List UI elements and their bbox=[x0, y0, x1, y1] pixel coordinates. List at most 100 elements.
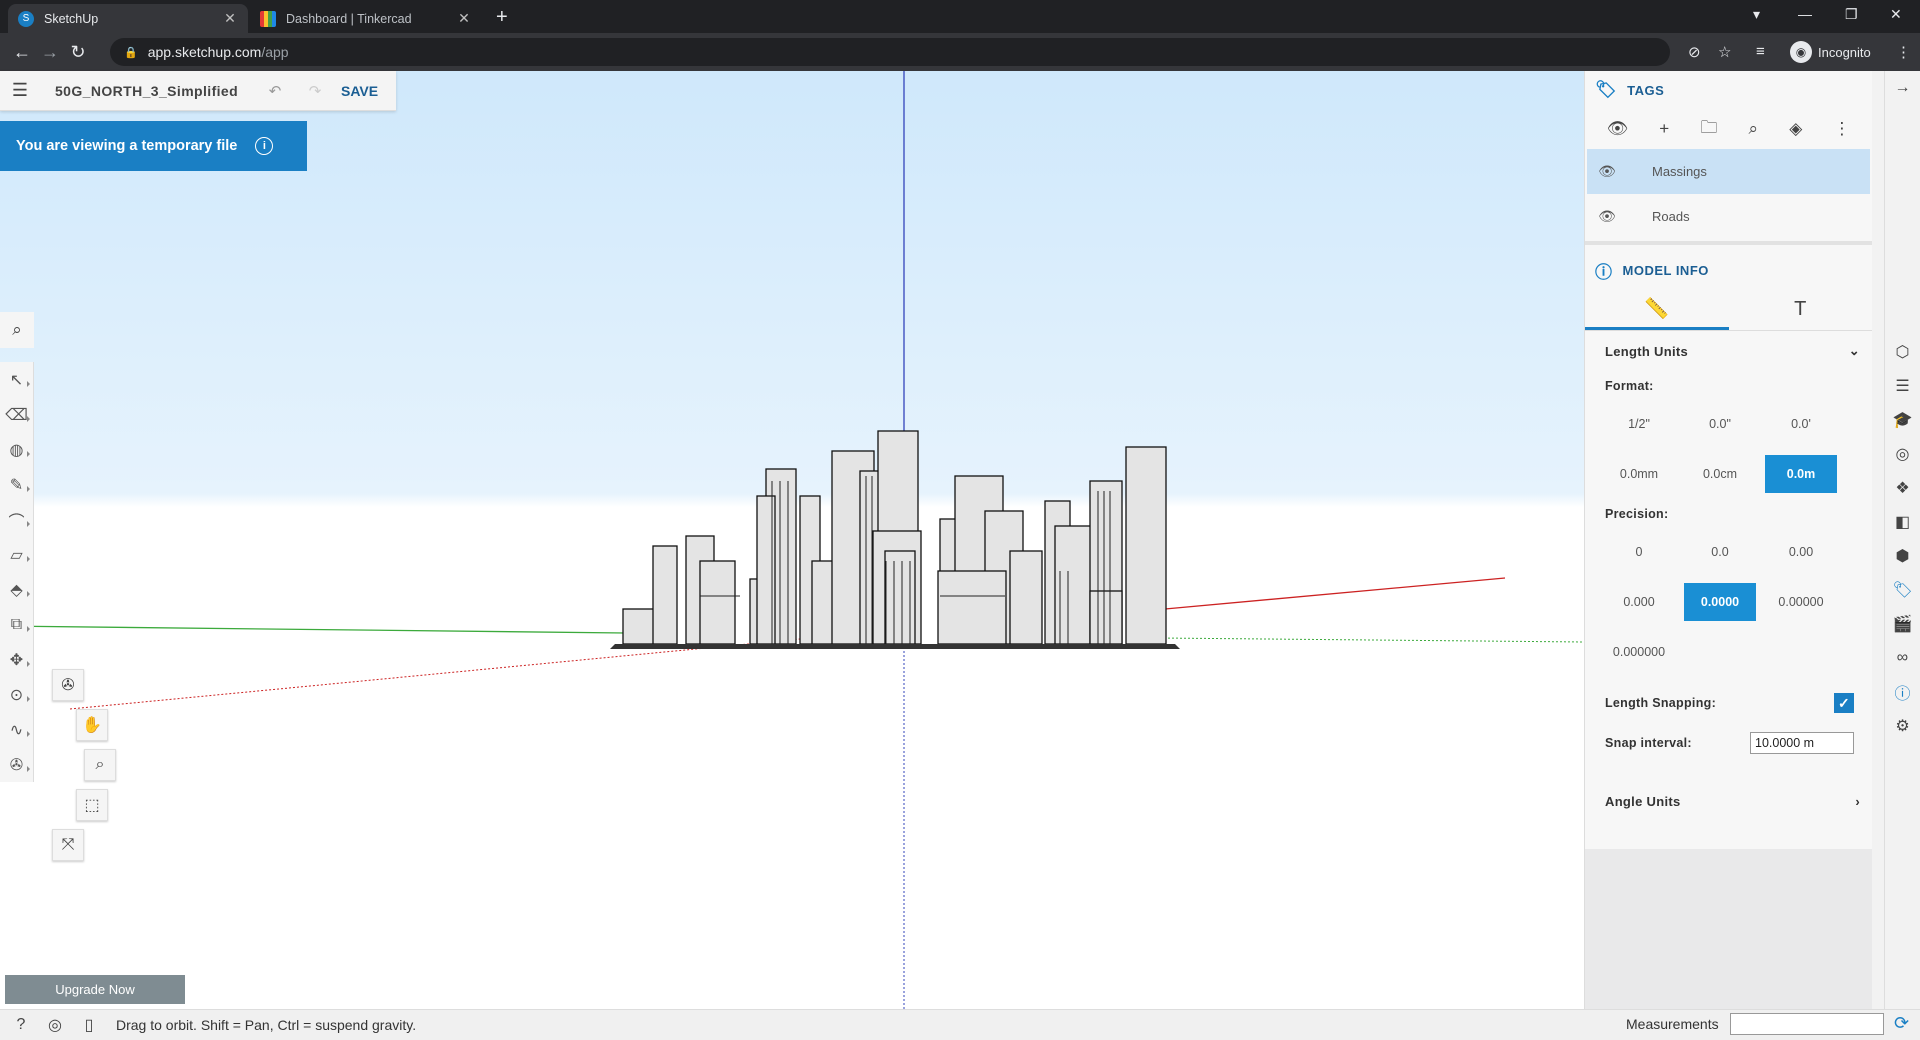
orbit-tool-icon[interactable]: ✇ bbox=[0, 747, 33, 782]
precision-option[interactable]: 0.00 bbox=[1765, 533, 1837, 571]
search-tool-icon[interactable]: ⌕ bbox=[0, 312, 34, 348]
reading-list-icon[interactable]: ≡ bbox=[1756, 43, 1765, 60]
extensions-icon[interactable]: ⚙ bbox=[1885, 709, 1920, 743]
mouse-icon[interactable]: ▯ bbox=[76, 1014, 102, 1036]
collapse-panel-icon[interactable]: → bbox=[1885, 71, 1920, 105]
model-info-header[interactable]: ⓘ MODEL INFO bbox=[1585, 251, 1872, 289]
restore-icon[interactable]: ❐ bbox=[1845, 6, 1858, 23]
rectangle-tool-icon[interactable]: ▱ bbox=[0, 537, 33, 572]
tags-panel-header[interactable]: 🏷 TAGS bbox=[1585, 71, 1872, 109]
browser-menu-icon[interactable]: ⋮ bbox=[1896, 43, 1911, 61]
precision-option[interactable]: 0.00000 bbox=[1765, 583, 1837, 621]
save-button[interactable]: SAVE bbox=[341, 83, 378, 99]
components-icon[interactable]: ❖ bbox=[1885, 471, 1920, 505]
tag-tool-icon[interactable]: ◈ bbox=[1789, 119, 1802, 139]
star-icon[interactable]: ☆ bbox=[1718, 43, 1731, 61]
length-snapping-checkbox[interactable]: ✓ bbox=[1834, 693, 1854, 713]
paint-tool-icon[interactable]: ◍ bbox=[0, 432, 33, 467]
tag-icon: 🏷 bbox=[1595, 80, 1618, 99]
tab-text-icon[interactable]: T bbox=[1729, 289, 1873, 330]
hamburger-menu-icon[interactable]: ☰ bbox=[0, 80, 40, 101]
move-tool-icon[interactable]: ✥ bbox=[0, 642, 33, 677]
push-pull-tool-icon[interactable]: ⬘ bbox=[0, 572, 33, 607]
add-folder-icon[interactable]: 🗀 bbox=[1700, 115, 1717, 144]
help-icon[interactable]: ? bbox=[8, 1014, 34, 1036]
display-icon[interactable]: ∞ bbox=[1885, 641, 1920, 675]
zoom-window-icon[interactable]: ⬚ bbox=[76, 789, 108, 821]
green-axis-negative bbox=[0, 625, 626, 634]
tab-tinkercad[interactable]: Dashboard | Tinkercad ✕ bbox=[250, 4, 482, 33]
orbit-icon[interactable]: ✇ bbox=[52, 669, 84, 701]
tab-sketchup[interactable]: S SketchUp ✕ bbox=[8, 4, 248, 33]
forward-icon[interactable]: → bbox=[36, 42, 64, 63]
panel-scrollbar[interactable] bbox=[1872, 71, 1884, 1009]
tag-name: Roads bbox=[1652, 209, 1690, 224]
angle-units-section[interactable]: Angle Units › bbox=[1585, 781, 1872, 821]
3d-viewport[interactable] bbox=[0, 71, 1584, 1009]
redo-icon[interactable]: ↷ bbox=[295, 82, 335, 100]
tape-measure-tool-icon[interactable]: ⊙ bbox=[0, 677, 33, 712]
zoom-extents-icon[interactable]: ⤧ bbox=[52, 829, 84, 861]
red-axis-negative bbox=[69, 638, 801, 710]
precision-option[interactable]: 0.000 bbox=[1603, 583, 1675, 621]
close-tab-icon[interactable]: ✕ bbox=[222, 10, 238, 27]
precision-option[interactable]: 0.0 bbox=[1684, 533, 1756, 571]
precision-option[interactable]: 0.000000 bbox=[1603, 633, 1675, 671]
select-tool-icon[interactable]: ↖ bbox=[0, 362, 33, 397]
snap-interval-input[interactable] bbox=[1750, 732, 1854, 754]
format-option[interactable]: 0.0mm bbox=[1603, 455, 1675, 493]
section-tool-icon[interactable]: ∿ bbox=[0, 712, 33, 747]
close-tab-icon[interactable]: ✕ bbox=[456, 10, 472, 27]
offset-tool-icon[interactable]: ⧉ bbox=[0, 607, 33, 642]
tab-search-icon[interactable]: ▾ bbox=[1753, 6, 1760, 23]
eye-icon[interactable]: 👁 bbox=[1587, 163, 1627, 180]
precision-option[interactable]: 0 bbox=[1603, 533, 1675, 571]
more-options-icon[interactable]: ⋮ bbox=[1833, 119, 1850, 139]
eye-off-icon[interactable]: ⊘ bbox=[1688, 43, 1701, 61]
format-option[interactable]: 0.0cm bbox=[1684, 455, 1756, 493]
measurements-input[interactable] bbox=[1730, 1013, 1884, 1035]
arc-tool-icon[interactable]: ⌒ bbox=[0, 502, 33, 537]
length-snapping-label: Length Snapping: bbox=[1605, 696, 1717, 710]
styles-icon[interactable]: ◧ bbox=[1885, 505, 1920, 539]
visibility-toggle-icon[interactable]: 👁 bbox=[1607, 119, 1629, 139]
entity-info-icon[interactable]: ⬡ bbox=[1885, 335, 1920, 369]
undo-icon[interactable]: ↶ bbox=[255, 82, 295, 100]
tag-row-massings[interactable]: 👁 Massings bbox=[1587, 149, 1870, 194]
pan-icon[interactable]: ✋ bbox=[76, 709, 108, 741]
precision-option-selected[interactable]: 0.0000 bbox=[1684, 583, 1756, 621]
format-option[interactable]: 0.0" bbox=[1684, 405, 1756, 443]
outliner-icon[interactable]: ☰ bbox=[1885, 369, 1920, 403]
incognito-profile[interactable]: ◉ Incognito bbox=[1790, 41, 1871, 63]
add-tag-icon[interactable]: + bbox=[1659, 119, 1669, 139]
tab-units-ruler-icon[interactable]: 📏 bbox=[1585, 289, 1729, 330]
tags-panel-icon[interactable]: 🏷 bbox=[1885, 573, 1920, 607]
panel-divider[interactable] bbox=[1585, 241, 1872, 245]
reload-icon[interactable]: ↻ bbox=[64, 42, 92, 63]
tag-row-roads[interactable]: 👁 Roads bbox=[1587, 194, 1870, 239]
globe-icon[interactable]: ◎ bbox=[42, 1014, 68, 1036]
length-units-section[interactable]: Length Units ⌄ bbox=[1585, 331, 1872, 371]
url-input[interactable]: 🔒 app.sketchup.com/app bbox=[110, 38, 1670, 66]
format-option-selected[interactable]: 0.0m bbox=[1765, 455, 1837, 493]
upgrade-button[interactable]: Upgrade Now bbox=[5, 975, 185, 1004]
info-icon[interactable]: i bbox=[255, 137, 274, 155]
close-window-icon[interactable]: ✕ bbox=[1890, 6, 1902, 23]
back-icon[interactable]: ← bbox=[8, 42, 36, 63]
zoom-icon[interactable]: ⌕ bbox=[84, 749, 116, 781]
minimize-icon[interactable]: — bbox=[1798, 6, 1812, 22]
search-tag-icon[interactable]: ⌕ bbox=[1749, 119, 1759, 139]
pencil-tool-icon[interactable]: ✎ bbox=[0, 467, 33, 502]
new-tab-icon[interactable]: + bbox=[496, 6, 508, 29]
solid-tools-icon[interactable]: ⬢ bbox=[1885, 539, 1920, 573]
eraser-tool-icon[interactable]: ⌫ bbox=[0, 397, 33, 432]
model-info-icon[interactable]: ⓘ bbox=[1885, 675, 1920, 709]
materials-icon[interactable]: ◎ bbox=[1885, 437, 1920, 471]
format-option[interactable]: 1/2" bbox=[1603, 405, 1675, 443]
format-option[interactable]: 0.0' bbox=[1765, 405, 1837, 443]
file-name[interactable]: 50G_NORTH_3_Simplified bbox=[55, 83, 255, 99]
scenes-icon[interactable]: 🎬 bbox=[1885, 607, 1920, 641]
instructor-icon[interactable]: 🎓 bbox=[1885, 403, 1920, 437]
length-snapping-row: Length Snapping: ✓ bbox=[1585, 683, 1872, 723]
eye-icon[interactable]: 👁 bbox=[1587, 208, 1627, 225]
